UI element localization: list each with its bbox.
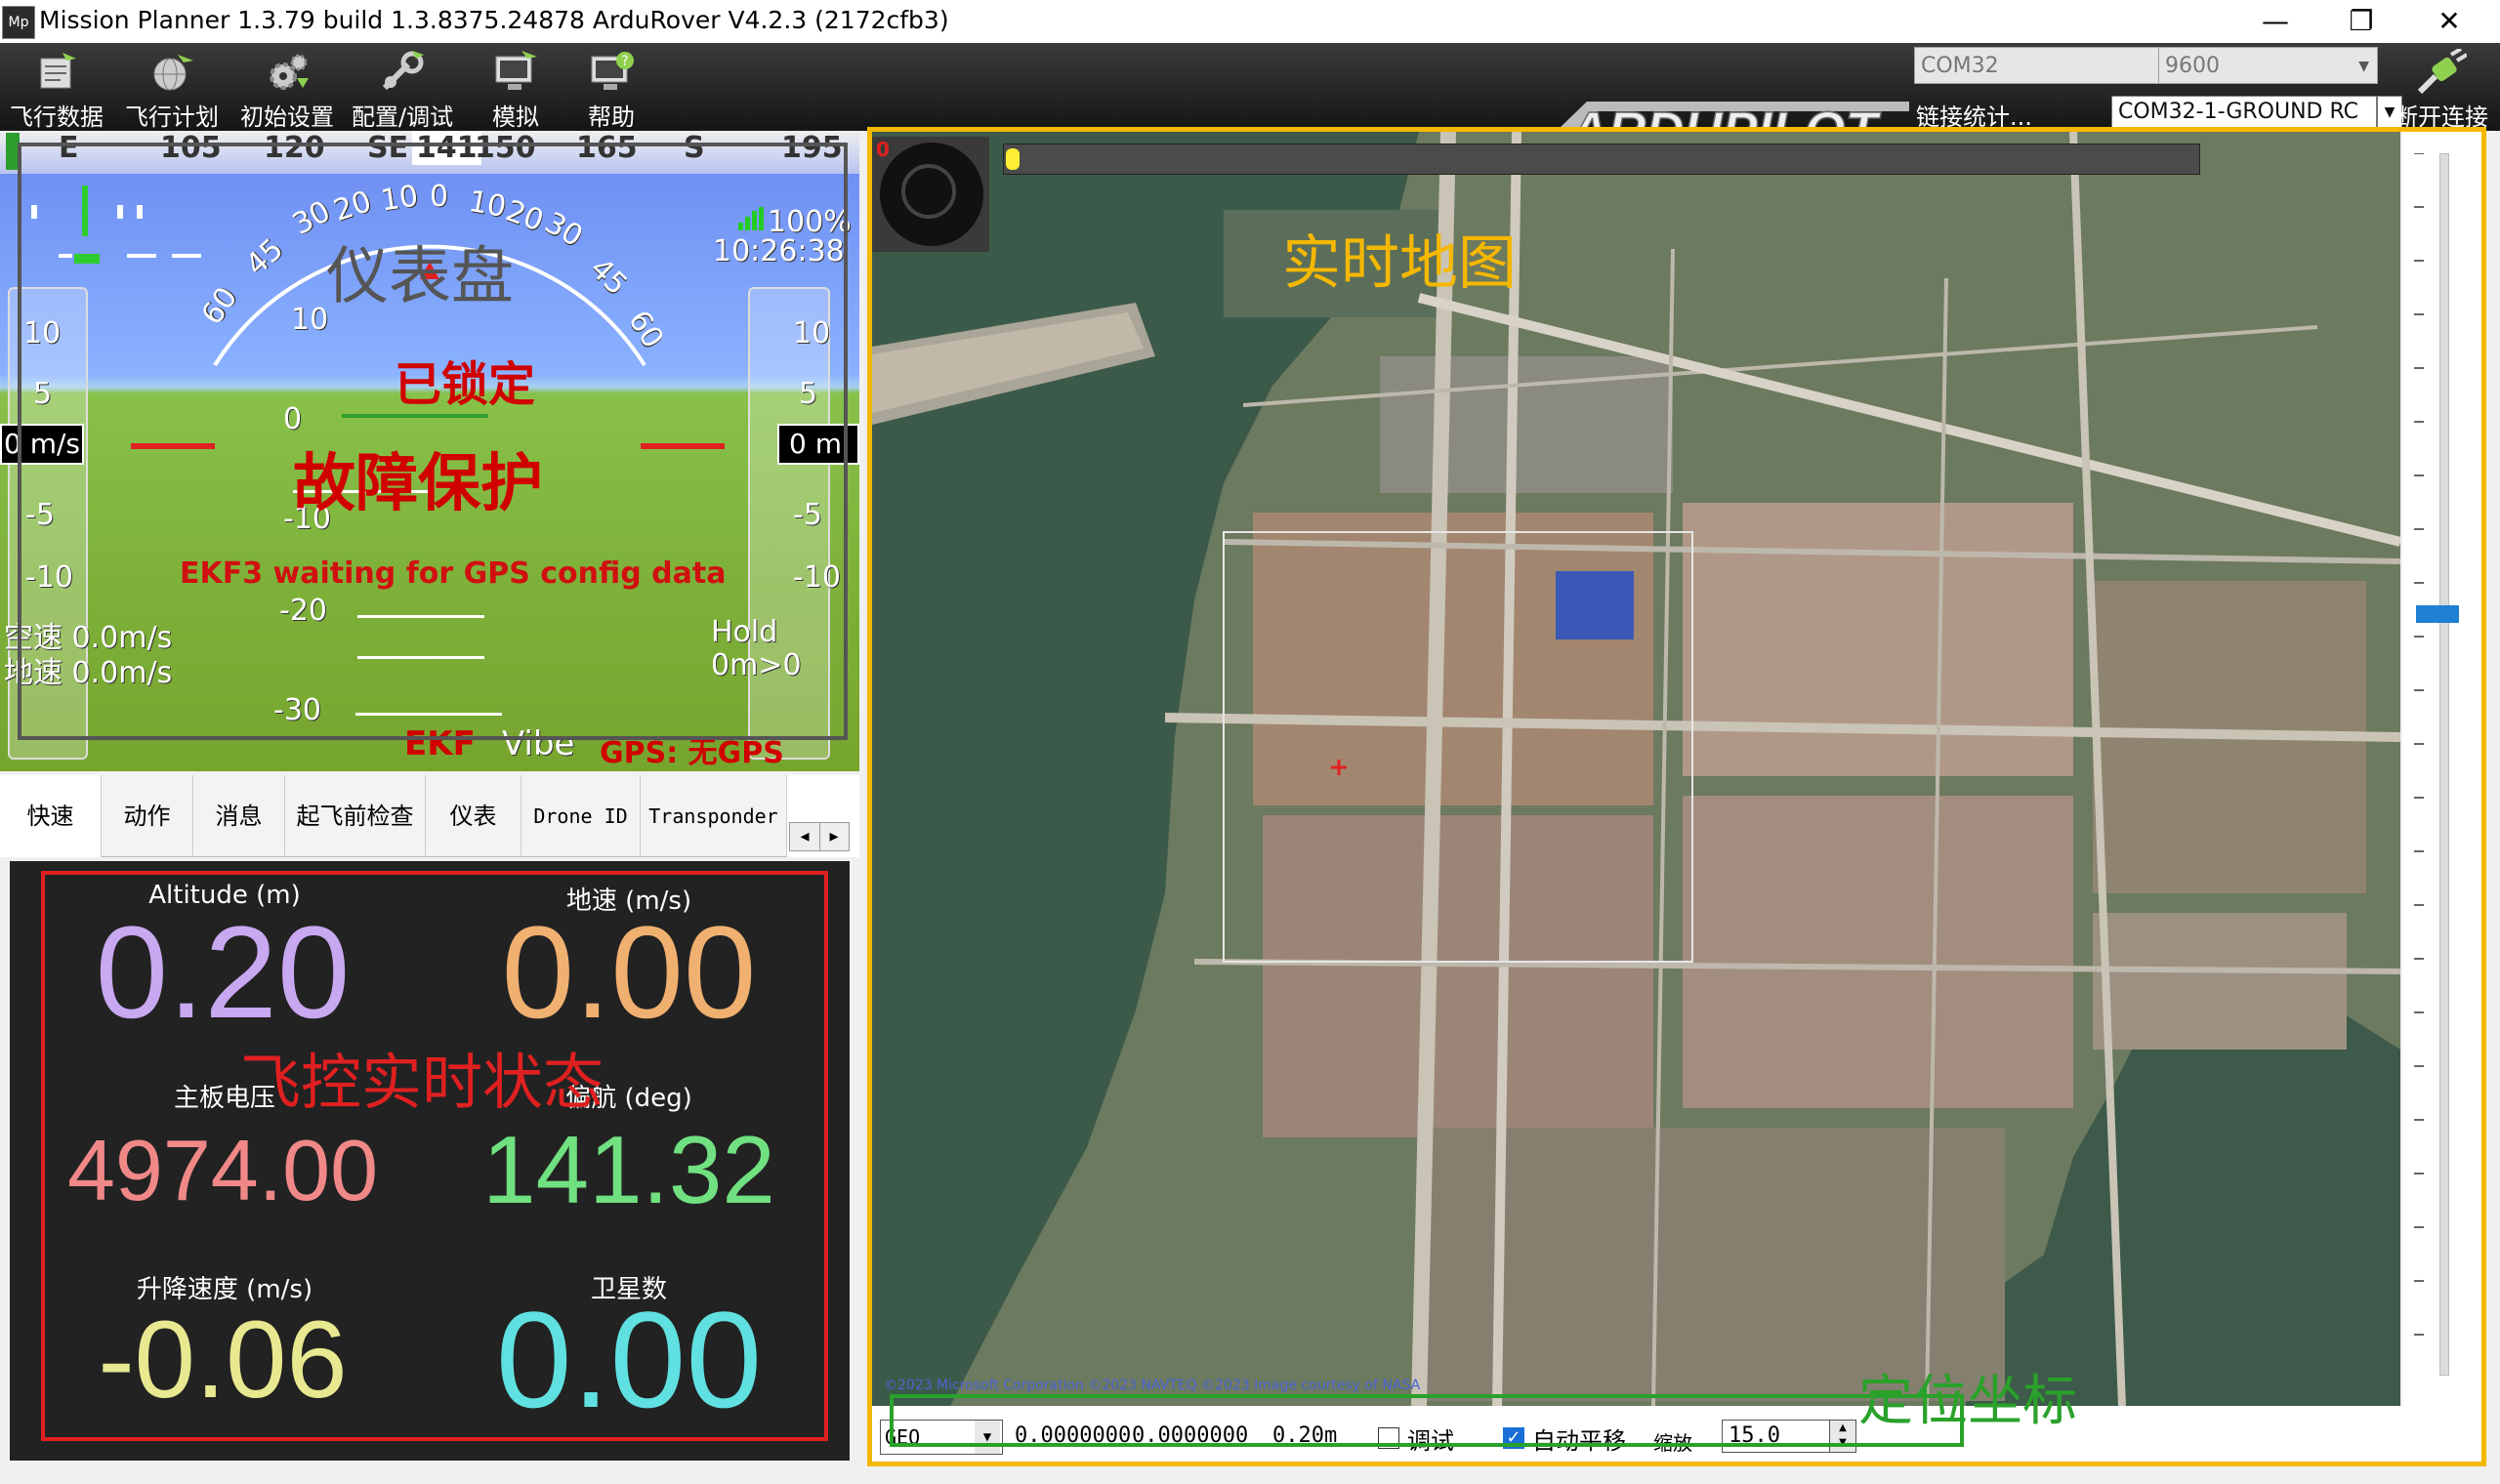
chevron-down-icon: ▼ bbox=[2358, 59, 2369, 74]
flight-data-label: 飞行数据 bbox=[10, 103, 104, 131]
help-label: 帮助 bbox=[588, 103, 635, 131]
flight-plan-button[interactable]: 飞行计划 bbox=[121, 43, 223, 131]
map-annotation-frame bbox=[867, 127, 2486, 1466]
scroll-right-icon[interactable]: ▸ bbox=[819, 823, 849, 850]
initial-setup-button[interactable]: 初始设置 bbox=[236, 43, 338, 131]
window-title: Mission Planner 1.3.79 build 1.3.8375.24… bbox=[39, 6, 949, 34]
config-tuning-button[interactable]: 配置/调试 bbox=[352, 43, 453, 131]
disconnect-button[interactable]: 断开连接 bbox=[2383, 43, 2500, 131]
flight-data-button[interactable]: 飞行数据 bbox=[6, 43, 107, 131]
tab-actions[interactable]: 动作 bbox=[102, 775, 193, 857]
tab-transponder[interactable]: Transponder bbox=[641, 775, 787, 857]
annotation-fc-status: 飞控实时状态 bbox=[240, 1047, 604, 1118]
baud-value: 9600 bbox=[2165, 54, 2220, 78]
svg-text:?: ? bbox=[621, 54, 628, 69]
flight-plan-label: 飞行计划 bbox=[125, 103, 219, 131]
flight-data-icon bbox=[40, 53, 76, 89]
title-bar: Mp Mission Planner 1.3.79 build 1.3.8375… bbox=[0, 0, 2500, 43]
maximize-button[interactable]: ❐ bbox=[2322, 0, 2400, 43]
simulation-button[interactable]: 模拟 bbox=[465, 43, 566, 131]
hud-panel[interactable]: E 105 120 SE 141 150 165 S 195 60 45 30 … bbox=[0, 131, 859, 771]
initial-setup-icon bbox=[270, 54, 309, 90]
baud-select[interactable]: 9600 ▼ bbox=[2158, 47, 2378, 84]
tab-quick[interactable]: 快速 bbox=[0, 775, 102, 857]
tab-drone-id[interactable]: Drone ID bbox=[521, 775, 641, 857]
plug-icon bbox=[2417, 49, 2467, 95]
help-icon: ? bbox=[591, 52, 634, 90]
annotation-frame bbox=[41, 871, 828, 1441]
simulation-icon bbox=[495, 51, 537, 90]
annotation-dashboard: 仪表盘 bbox=[326, 241, 514, 313]
close-button[interactable]: ✕ bbox=[2410, 0, 2488, 43]
tab-preflight[interactable]: 起飞前检查 bbox=[285, 775, 426, 857]
port-value: COM32 bbox=[1921, 54, 1999, 78]
config-tuning-icon bbox=[382, 51, 424, 91]
flight-plan-icon bbox=[153, 55, 193, 91]
simulation-label: 模拟 bbox=[492, 103, 539, 131]
initial-setup-label: 初始设置 bbox=[240, 103, 334, 131]
scroll-left-icon[interactable]: ◂ bbox=[790, 823, 820, 850]
quick-panel: Altitude (m) 0.20 地速 (m/s) 0.00 主板电压 497… bbox=[10, 861, 850, 1461]
tab-scroll-buttons: ◂ ▸ bbox=[789, 822, 850, 851]
help-button[interactable]: ? 帮助 bbox=[561, 43, 662, 131]
tab-messages[interactable]: 消息 bbox=[193, 775, 285, 857]
app-icon: Mp bbox=[2, 6, 35, 39]
port-select[interactable]: COM32 ▼ bbox=[1914, 47, 2197, 84]
data-tabs: 快速 动作 消息 起飞前检查 仪表 Drone ID Transponder bbox=[0, 775, 859, 857]
config-tuning-label: 配置/调试 bbox=[352, 103, 454, 131]
minimize-button[interactable]: — bbox=[2236, 0, 2314, 43]
tab-gauges[interactable]: 仪表 bbox=[426, 775, 521, 857]
profile-select[interactable]: COM32-1-GROUND RC bbox=[2111, 96, 2377, 129]
